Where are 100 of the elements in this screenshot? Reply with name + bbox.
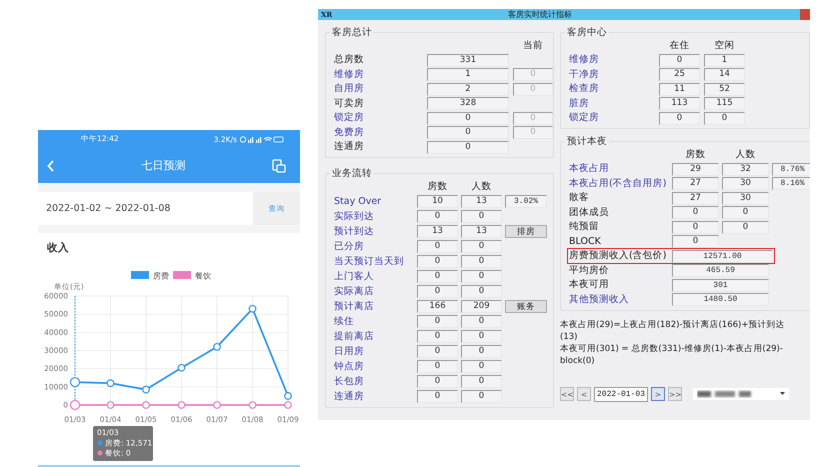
label-link[interactable]: 连通房 — [334, 390, 414, 402]
caret-icon — [780, 392, 786, 396]
data-point — [142, 386, 150, 394]
column-header: 当前 — [522, 38, 544, 52]
value-field: 0 — [513, 82, 553, 96]
value-field: 0 — [672, 206, 719, 219]
label-link[interactable]: 钟点房 — [334, 360, 414, 372]
group-title: 客房中心 — [566, 26, 608, 39]
date-range-field[interactable]: 2022-01-02 ~ 2022-01-08 — [38, 192, 253, 225]
value-field: 0 — [461, 315, 502, 328]
label-link[interactable]: 实际离店 — [334, 286, 414, 298]
column-header: 在住 — [668, 38, 690, 52]
field-label: 房费预测收入(含包价) — [569, 250, 668, 262]
value-field: 0 — [513, 68, 553, 81]
formula-text: 本夜占用(29)=上夜占用(182)-预计离店(166)+预计到达(13) — [560, 318, 786, 342]
label-link[interactable]: 自用房 — [334, 83, 423, 95]
value-field: 12571.00 — [672, 250, 773, 262]
column-header: 人数 — [734, 148, 756, 161]
screen-title: 七日预测 — [142, 158, 186, 173]
label-link[interactable]: 预计离店 — [334, 300, 414, 312]
action-button[interactable]: 排房 — [505, 225, 547, 238]
value-field: 0 — [417, 210, 458, 223]
label-link[interactable]: 实际到达 — [334, 210, 414, 222]
label-link[interactable]: 干净房 — [569, 68, 655, 80]
label-link[interactable]: 维修房 — [334, 68, 423, 80]
value-field: 0 — [417, 360, 458, 373]
label-link[interactable]: 提前离店 — [334, 330, 414, 342]
value-field: 32 — [722, 162, 769, 176]
label-link[interactable]: 上门客人 — [334, 270, 414, 282]
field-label: 本夜可用 — [569, 279, 610, 291]
value-field: 0 — [461, 360, 502, 373]
value-field: 328 — [427, 97, 509, 110]
label-link[interactable]: 维修房 — [569, 54, 655, 66]
value-field: 0 — [417, 390, 458, 403]
field-label: 纯预留 — [569, 221, 600, 233]
value-field: 13 — [461, 225, 502, 238]
percent-field: 8.76% — [772, 162, 810, 176]
label-link[interactable]: 检查房 — [569, 83, 655, 95]
value-field: 301 — [672, 278, 769, 292]
share-icon[interactable] — [272, 158, 286, 172]
action-button[interactable]: 账务 — [505, 300, 547, 313]
label-link[interactable]: 本夜占用 — [569, 163, 669, 175]
group-title: 业务流转 — [331, 167, 373, 180]
label-link[interactable]: 已分房 — [334, 240, 414, 252]
label-link[interactable]: 日用房 — [334, 346, 414, 358]
value-field: 0 — [461, 390, 502, 403]
value-field: 13 — [461, 195, 502, 208]
label-link[interactable]: 长包房 — [334, 376, 414, 388]
value-field: 2 — [427, 82, 509, 96]
label-link[interactable]: 续住 — [334, 316, 414, 328]
percent-field: 8.16% — [772, 177, 810, 190]
label-link[interactable]: 锁定房 — [569, 112, 655, 124]
label-link[interactable]: 其他预测收入 — [569, 294, 669, 306]
value-field: 209 — [461, 300, 502, 313]
field-label: 散客 — [569, 192, 590, 204]
label-link[interactable]: 锁定房 — [334, 112, 423, 124]
value-field: 0 — [704, 112, 745, 124]
label-link[interactable]: Stay Over — [334, 196, 414, 208]
data-point — [178, 401, 186, 409]
date-field[interactable]: 2022-01-03 — [594, 386, 648, 402]
value-field: 14 — [704, 68, 745, 81]
value-field: 166 — [417, 300, 458, 313]
value-field: 0 — [513, 112, 553, 124]
legend-label: 餐饮 — [195, 272, 211, 280]
label-link[interactable]: 本夜占用(不含自用房) — [569, 178, 669, 190]
data-point — [178, 364, 186, 372]
data-point — [70, 377, 80, 388]
data-point — [213, 401, 221, 409]
label-link[interactable]: 当天预订当天到 — [334, 256, 414, 268]
value-field: 30 — [722, 177, 769, 190]
value-field: 29 — [672, 162, 719, 176]
value-field: 0 — [461, 240, 502, 253]
value-field: 465.59 — [672, 264, 769, 277]
field-label: BLOCK — [569, 236, 602, 248]
column-header: 人数 — [470, 180, 492, 193]
value-field: 0 — [461, 345, 502, 358]
back-icon[interactable] — [47, 160, 55, 172]
data-point — [142, 401, 150, 409]
field-label: 平均房价 — [569, 264, 610, 276]
label-link[interactable]: 预计到达 — [334, 226, 414, 238]
value-field: 11 — [659, 82, 700, 96]
value-field: 113 — [659, 97, 700, 110]
value-field: 25 — [659, 68, 700, 81]
legend-swatch — [173, 271, 191, 279]
value-field: 0 — [672, 235, 719, 248]
value-field: 0 — [427, 112, 509, 124]
label-link[interactable]: 免费房 — [334, 126, 423, 138]
value-field: 30 — [722, 192, 769, 204]
value-field: 0 — [417, 285, 458, 298]
dropdown-field[interactable] — [693, 388, 790, 400]
value-field: 115 — [704, 97, 745, 110]
value-field: 0 — [461, 375, 502, 388]
value-field: 1 — [704, 54, 745, 66]
data-point — [106, 401, 114, 409]
formula-text: 本夜可用(301) = 总房数(331)-维修房(1)-本夜占用(29)-block(0) — [560, 342, 784, 366]
data-point — [213, 342, 221, 351]
field-label: 团体成员 — [569, 206, 610, 218]
value-field: 0 — [461, 270, 502, 283]
label-link[interactable]: 脏房 — [569, 98, 655, 110]
percent-field: 3.02% — [505, 195, 547, 208]
